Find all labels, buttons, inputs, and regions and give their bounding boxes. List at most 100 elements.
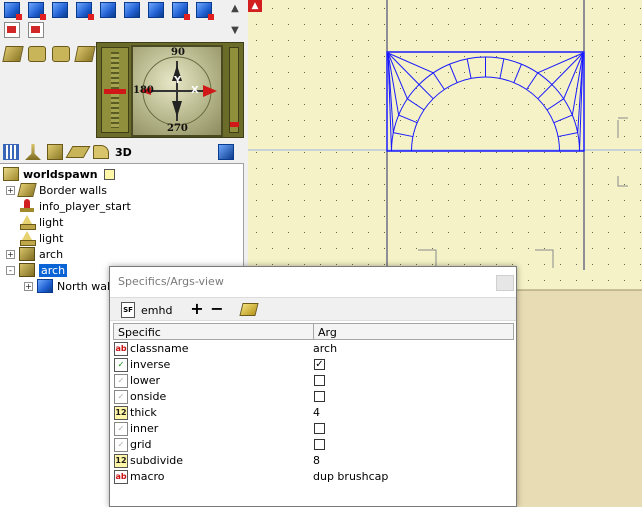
tree-item-light-1[interactable]: light — [6, 214, 63, 230]
portal-icon[interactable] — [52, 46, 70, 62]
specifics-grid[interactable]: Specific Arg ab classname arch ✓ inverse… — [110, 321, 516, 506]
expand-icon[interactable]: + — [24, 281, 33, 291]
specific-row-macro[interactable]: ab macro dup brushcap — [114, 469, 512, 485]
tree-item-label-selected: arch — [39, 263, 68, 277]
grid-icon[interactable] — [3, 144, 19, 160]
specific-name: subdivide — [130, 454, 184, 467]
stamp-icon[interactable] — [28, 46, 46, 62]
text-type-icon: ab — [114, 342, 128, 356]
cube-red-icon[interactable] — [28, 2, 46, 20]
scroll-down-icon[interactable]: ▼ — [226, 22, 244, 40]
compass-west-label: 180 — [133, 85, 154, 96]
column-arg-header[interactable]: Arg — [318, 326, 337, 339]
add-specific-button[interactable]: + — [189, 299, 205, 318]
specific-row-classname[interactable]: ab classname arch — [114, 341, 512, 357]
face-icon[interactable] — [28, 22, 44, 38]
cube-icon[interactable] — [124, 2, 140, 18]
cube-red-icon[interactable] — [172, 2, 190, 20]
check-type-icon: ✓ — [114, 438, 128, 452]
window-titlebar[interactable]: Specifics/Args-view — [110, 267, 516, 297]
angle-slider[interactable] — [229, 47, 239, 133]
tree-item-label: light — [39, 215, 64, 229]
check-type-icon: ✓ — [114, 422, 128, 436]
collapse-icon[interactable]: - — [6, 265, 15, 275]
specific-value[interactable]: dup brushcap — [313, 470, 388, 483]
specific-value[interactable]: 8 — [313, 454, 320, 467]
tilt-icon[interactable] — [74, 46, 96, 62]
close-button[interactable] — [496, 275, 514, 291]
sf-icon[interactable]: SF — [121, 302, 135, 318]
arch-icon — [19, 247, 35, 261]
zoom-slider[interactable] — [101, 47, 129, 133]
wedge-icon[interactable] — [2, 46, 24, 62]
light-icon — [19, 215, 36, 230]
specific-name: inverse — [130, 358, 171, 371]
settings-icon[interactable] — [217, 144, 234, 160]
grid-header: Specific Arg — [113, 323, 514, 340]
cube-icon[interactable] — [47, 144, 63, 160]
cube-red-icon[interactable] — [76, 2, 94, 20]
specific-row-subdivide[interactable]: 12 subdivide 8 — [114, 453, 512, 469]
light-icon — [19, 231, 36, 246]
specific-name: lower — [130, 374, 161, 387]
number-type-icon: 12 — [114, 406, 128, 420]
tree-root[interactable]: worldspawn — [3, 166, 115, 182]
specific-row-lower[interactable]: ✓ lower — [114, 373, 512, 389]
specific-row-onside[interactable]: ✓ onside — [114, 389, 512, 405]
check-type-icon: ✓ — [114, 390, 128, 404]
help-book-icon[interactable] — [239, 303, 259, 316]
world-icon — [3, 167, 19, 181]
specific-row-grid[interactable]: ✓ grid — [114, 437, 512, 453]
color-swatch-icon[interactable] — [103, 168, 115, 180]
tree-item-arch-1[interactable]: + arch — [6, 246, 63, 262]
specific-checkbox[interactable] — [314, 391, 325, 402]
specific-checkbox[interactable] — [314, 375, 325, 386]
face-icon[interactable] — [4, 22, 20, 38]
map-icon[interactable] — [4, 2, 22, 20]
specific-row-inverse[interactable]: ✓ inverse ✓ — [114, 357, 512, 373]
toolbar-row-2 — [4, 20, 52, 40]
specific-value[interactable]: 4 — [313, 406, 320, 419]
tree-item-info-player-start[interactable]: info_player_start — [6, 198, 131, 214]
specific-name: grid — [130, 438, 152, 451]
3d-icon[interactable]: 3D — [115, 146, 132, 159]
cube-icon[interactable] — [148, 2, 164, 18]
person-icon[interactable] — [25, 144, 41, 160]
remove-specific-button[interactable]: − — [209, 299, 225, 318]
map-origin-marker[interactable]: ▲ — [248, 0, 262, 12]
compass-widget[interactable]: 90 180 270 Y X — [96, 42, 244, 138]
tree-item-north-wall[interactable]: + North wall — [24, 278, 113, 294]
cube-icon[interactable] — [52, 2, 68, 18]
specific-checkbox-checked[interactable]: ✓ — [314, 359, 325, 370]
specific-name: classname — [130, 342, 189, 355]
specifics-toolbar: SF emhd + − — [110, 297, 516, 321]
window-title: Specifics/Args-view — [118, 275, 224, 288]
tree-item-label: North wall — [57, 279, 114, 293]
specific-checkbox[interactable] — [314, 423, 325, 434]
specific-name: inner — [130, 422, 159, 435]
expand-icon[interactable]: + — [6, 249, 15, 259]
player-start-icon — [19, 199, 35, 213]
tree-item-label: Border walls — [39, 183, 107, 197]
cube-icon — [37, 279, 53, 293]
specific-checkbox[interactable] — [314, 439, 325, 450]
face-flat-icon[interactable] — [65, 146, 91, 158]
specific-row-inner[interactable]: ✓ inner — [114, 421, 512, 437]
tree-item-border-walls[interactable]: + Border walls — [6, 182, 107, 198]
check-type-icon: ✓ — [114, 374, 128, 388]
toolbar-row-1 — [4, 0, 220, 20]
cube-red-icon[interactable] — [196, 2, 214, 20]
scroll-up-icon[interactable]: ▲ — [226, 0, 244, 18]
column-divider[interactable] — [313, 324, 314, 339]
tree-item-light-2[interactable]: light — [6, 230, 63, 246]
compass-dial[interactable]: 90 180 270 Y X — [131, 45, 223, 137]
compass-south-label: 270 — [167, 123, 188, 134]
specific-value[interactable]: arch — [313, 342, 337, 355]
specific-row-thick[interactable]: 12 thick 4 — [114, 405, 512, 421]
expand-icon[interactable]: + — [6, 185, 15, 195]
cube-icon[interactable] — [100, 2, 116, 18]
column-specific-header[interactable]: Specific — [118, 326, 161, 339]
folder-icon[interactable] — [93, 145, 109, 159]
specifics-args-window[interactable]: Specifics/Args-view SF emhd + − Specific… — [109, 266, 517, 507]
tree-item-arch-2[interactable]: - arch — [6, 262, 68, 278]
